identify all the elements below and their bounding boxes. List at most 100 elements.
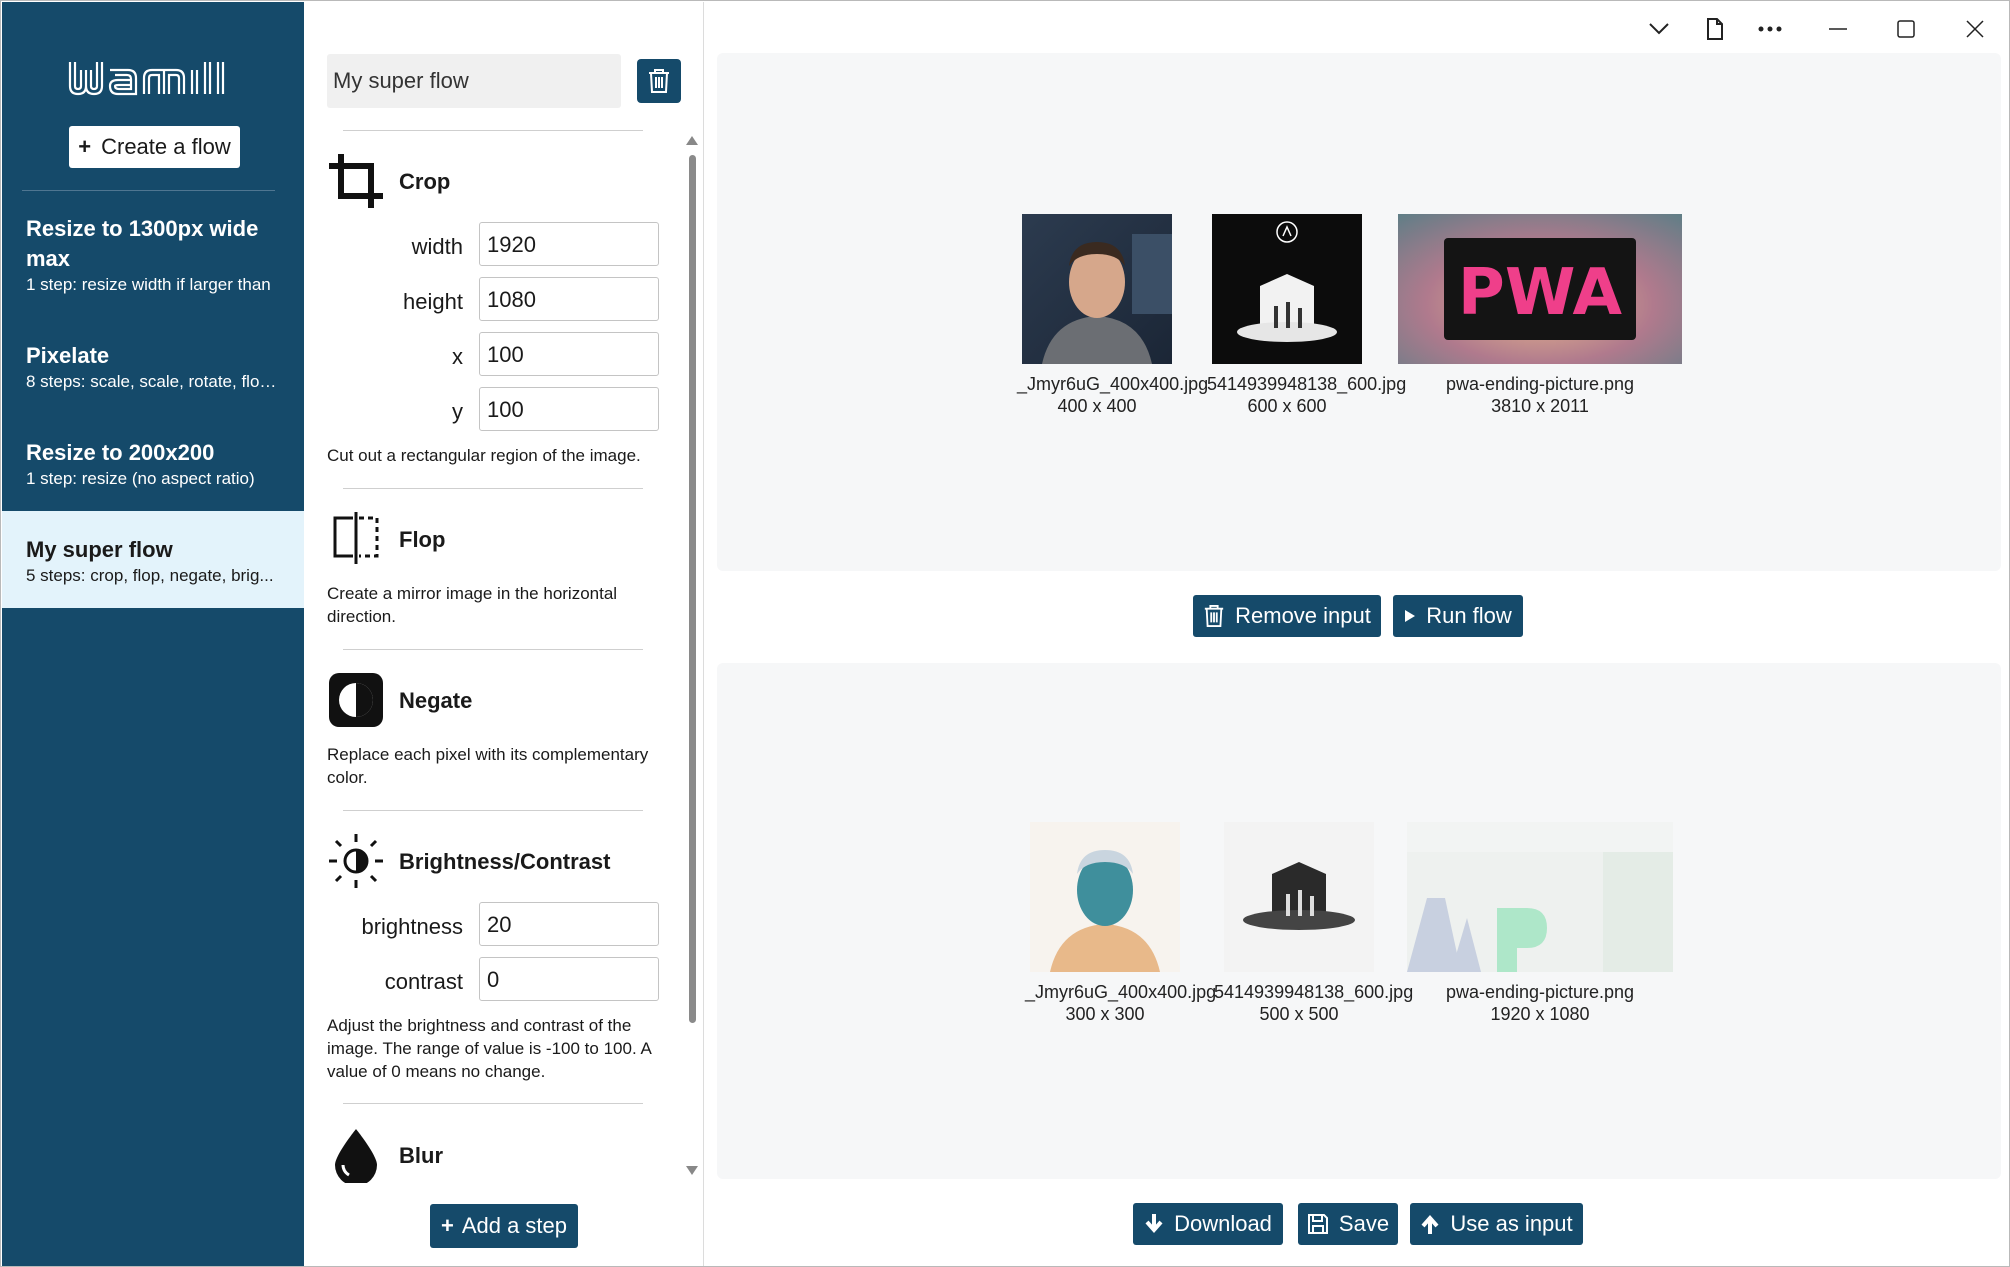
step-title-blur: Blur <box>399 1143 443 1168</box>
step-description-flop: Create a mirror image in the horizontal … <box>327 584 618 626</box>
image-thumbnail <box>1030 822 1180 972</box>
negate-icon <box>329 673 383 727</box>
field-label-brightness: brightness <box>361 914 463 939</box>
step-separator <box>343 130 643 131</box>
step-title-negate: Negate <box>399 688 473 713</box>
input-image-card[interactable]: _Jmyr6uG_400x400.jpg 400 x 400 <box>1017 214 1209 417</box>
plus-icon: + <box>440 1213 454 1238</box>
step-description-negate: Replace each pixel with its complementar… <box>327 745 649 787</box>
play-icon <box>1405 610 1416 622</box>
step-title-crop: Crop <box>399 169 451 194</box>
flow-title: My super flow <box>26 537 173 562</box>
flow-subtitle: 5 steps: crop, flop, negate, brig... <box>26 566 274 585</box>
output-image-card[interactable]: 5414939948138_600.jpg 500 x 500 <box>1214 822 1414 1025</box>
field-label-height: height <box>403 289 463 314</box>
pwa-logo-text: PWA <box>1458 256 1623 330</box>
steps-scrollbar-thumb[interactable] <box>689 155 696 1023</box>
sidebar-item-my-super-flow[interactable]: My super flow 5 steps: crop, flop, negat… <box>2 511 304 608</box>
trash-icon <box>1204 605 1224 627</box>
image-filename: _Jmyr6uG_400x400.jpg <box>1025 982 1217 1002</box>
steps-panel: My super flow Crop width 1920 height 108… <box>305 2 704 1266</box>
image-thumbnail <box>1407 822 1673 972</box>
wami-logo <box>68 62 225 96</box>
image-filename: pwa-ending-picture.png <box>1445 374 1635 394</box>
remove-input-label: Remove input <box>1235 603 1371 628</box>
image-dimensions: 500 x 500 <box>1259 1004 1339 1024</box>
sidebar-item-resize-200[interactable]: Resize to 200x200 1 step: resize (no asp… <box>2 438 304 490</box>
chevron-down-icon[interactable] <box>1645 15 1673 43</box>
x-input[interactable]: 100 <box>479 332 659 376</box>
download-button[interactable]: Download <box>1133 1203 1283 1245</box>
input-images-pane: _Jmyr6uG_400x400.jpg 400 x 400 541493994… <box>717 53 2001 571</box>
brightness-input[interactable]: 20 <box>479 902 659 946</box>
remove-input-button[interactable]: Remove input <box>1193 595 1381 637</box>
save-label: Save <box>1338 1211 1390 1236</box>
contrast-input[interactable]: 0 <box>479 957 659 1001</box>
close-icon[interactable] <box>1961 15 1989 43</box>
create-flow-button[interactable]: + Create a flow <box>69 126 240 168</box>
use-as-input-label: Use as input <box>1450 1211 1573 1236</box>
add-step-button[interactable]: + Add a step <box>430 1204 578 1248</box>
width-input[interactable]: 1920 <box>479 222 659 266</box>
field-label-width: width <box>411 234 463 259</box>
field-label-x: x <box>452 344 463 369</box>
image-thumbnail <box>1224 822 1374 972</box>
image-thumbnail <box>1022 214 1172 364</box>
download-label: Download <box>1174 1211 1272 1236</box>
blur-icon <box>335 1129 377 1183</box>
scroll-up-arrow[interactable] <box>686 136 698 145</box>
flow-title: Pixelate <box>26 343 110 368</box>
run-flow-button[interactable]: Run flow <box>1393 595 1523 637</box>
step-description-brightness: Adjust the brightness and contrast of th… <box>327 1016 651 1081</box>
use-as-input-button[interactable]: Use as input <box>1410 1203 1583 1245</box>
field-label-y: y <box>452 399 463 424</box>
input-image-card[interactable]: 5414939948138_600.jpg 600 x 600 <box>1207 214 1407 417</box>
step-separator <box>343 488 643 489</box>
height-input[interactable]: 1080 <box>479 277 659 321</box>
save-button[interactable]: Save <box>1298 1203 1398 1245</box>
step-title-brightness: Brightness/Contrast <box>399 849 611 874</box>
add-step-label: Add a step <box>461 1213 568 1238</box>
step-separator <box>343 810 643 811</box>
trash-icon <box>649 69 669 93</box>
output-image-card[interactable]: _Jmyr6uG_400x400.jpg 300 x 300 <box>1025 822 1217 1025</box>
image-dimensions: 3810 x 2011 <box>1491 396 1589 416</box>
flow-name-input[interactable]: My super flow <box>327 54 621 108</box>
image-thumbnail: PWA <box>1398 214 1682 364</box>
output-images-pane: _Jmyr6uG_400x400.jpg 300 x 300 541493994… <box>717 663 2001 1179</box>
flow-subtitle: 8 steps: scale, scale, rotate, flop... <box>26 372 280 391</box>
sidebar: + Create a flow Resize to 1300px wide ma… <box>2 2 304 1266</box>
image-filename: _Jmyr6uG_400x400.jpg <box>1017 374 1209 394</box>
scroll-down-arrow[interactable] <box>686 1166 698 1175</box>
upload-icon <box>1421 1214 1439 1234</box>
image-filename: 5414939948138_600.jpg <box>1214 982 1414 1002</box>
more-icon[interactable] <box>1756 15 1784 43</box>
image-filename: 5414939948138_600.jpg <box>1207 374 1407 394</box>
save-icon <box>1307 1214 1328 1234</box>
sidebar-item-resize-1300[interactable]: Resize to 1300px wide max 1 step: resize… <box>2 214 304 296</box>
y-input[interactable]: 100 <box>479 387 659 431</box>
plus-icon: + <box>78 134 92 159</box>
image-dimensions: 300 x 300 <box>1065 1004 1145 1024</box>
sidebar-item-pixelate[interactable]: Pixelate 8 steps: scale, scale, rotate, … <box>2 341 304 393</box>
minimize-icon[interactable] <box>1824 15 1852 43</box>
maximize-icon[interactable] <box>1892 15 1920 43</box>
app-window: + Create a flow Resize to 1300px wide ma… <box>0 0 2010 1267</box>
flow-subtitle: 1 step: resize width if larger than <box>26 275 271 294</box>
image-dimensions: 600 x 600 <box>1247 396 1327 416</box>
flow-title: Resize to 1300px wide max <box>26 216 259 271</box>
run-flow-label: Run flow <box>1426 603 1512 628</box>
step-separator <box>343 649 643 650</box>
flop-icon <box>333 512 379 564</box>
step-title-flop: Flop <box>399 527 446 552</box>
image-thumbnail <box>1212 214 1362 364</box>
input-image-card[interactable]: PWA pwa-ending-picture.png 3810 x 2011 <box>1397 214 1683 417</box>
document-icon[interactable] <box>1701 15 1729 43</box>
flow-subtitle: 1 step: resize (no aspect ratio) <box>26 469 255 488</box>
output-image-card[interactable]: pwa-ending-picture.png 1920 x 1080 <box>1405 822 1675 1025</box>
brightness-icon <box>329 834 383 888</box>
crop-icon <box>329 154 383 208</box>
delete-flow-button[interactable] <box>637 59 681 103</box>
step-description-crop: Cut out a rectangular region of the imag… <box>327 446 641 465</box>
image-dimensions: 1920 x 1080 <box>1490 1004 1590 1024</box>
